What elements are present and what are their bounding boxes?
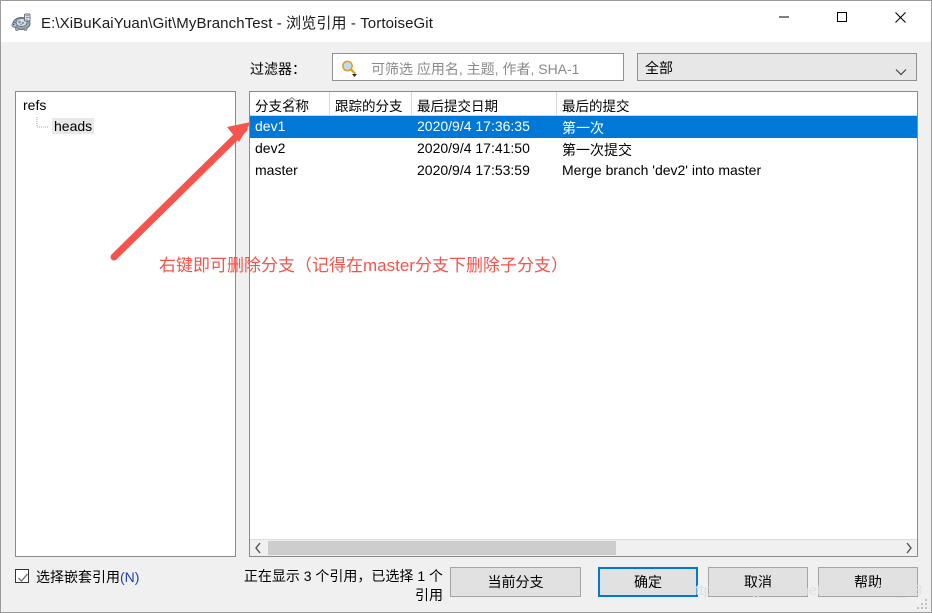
close-icon[interactable]	[877, 1, 923, 33]
chevron-down-icon	[895, 63, 907, 76]
cancel-button[interactable]: 取消	[708, 567, 808, 597]
cell-branch-name: dev1	[255, 118, 286, 134]
maximize-icon[interactable]	[819, 1, 865, 33]
filter-label: 过滤器：	[250, 61, 306, 77]
tortoisegit-browse-refs-dialog: E:\XiBuKaiYuan\Git\MyBranchTest - 浏览引用 -…	[0, 0, 932, 613]
nested-refs-label-text: 选择嵌套引用	[36, 569, 120, 585]
tree-elbow-icon	[34, 117, 50, 136]
nested-refs-checkbox[interactable]	[15, 569, 29, 583]
cell-last-commit-date: 2020/9/4 17:53:59	[417, 162, 530, 178]
minimize-icon[interactable]	[761, 1, 807, 33]
sort-ascending-caret-icon	[285, 92, 299, 103]
cell-branch-name: master	[255, 162, 298, 178]
help-button[interactable]: 帮助	[818, 567, 918, 597]
cell-last-commit: Merge branch 'dev2' into master	[562, 162, 762, 178]
scroll-right-arrow-icon[interactable]	[900, 540, 917, 556]
filter-input[interactable]: 可筛选 应用名, 主题, 作者, SHA-1	[332, 53, 624, 81]
list-column-headers: 分支名称 跟踪的分支 最后提交日期 最后的提交	[250, 92, 917, 116]
tortoisegit-turtle-icon	[10, 10, 34, 34]
resize-grip-icon[interactable]	[916, 597, 928, 609]
current-branch-button[interactable]: 当前分支	[450, 567, 581, 597]
scroll-left-arrow-icon[interactable]	[250, 540, 267, 556]
nested-refs-checkbox-label: 选择嵌套引用(N)	[36, 567, 139, 587]
horizontal-scrollbar[interactable]	[250, 539, 917, 556]
horizontal-scrollbar-thumb[interactable]	[268, 541, 616, 555]
scope-selected-value: 全部	[645, 60, 673, 76]
table-row[interactable]: dev1 2020/9/4 17:36:35 第一次	[250, 116, 917, 138]
tree-item-heads-label: heads	[52, 118, 95, 134]
scope-dropdown[interactable]: 全部	[637, 53, 917, 81]
cell-branch-name: dev2	[255, 140, 286, 156]
checkmark-icon	[17, 571, 29, 583]
cell-last-commit-date: 2020/9/4 17:36:35	[417, 118, 530, 134]
title-bar: E:\XiBuKaiYuan\Git\MyBranchTest - 浏览引用 -…	[1, 1, 931, 42]
column-header-tracked-branch[interactable]: 跟踪的分支	[330, 92, 412, 115]
cell-last-commit: 第一次	[562, 120, 604, 136]
window-title: E:\XiBuKaiYuan\Git\MyBranchTest - 浏览引用 -…	[41, 15, 433, 32]
status-text: 正在显示 3 个引用，已选择 1 个引用	[243, 568, 443, 603]
column-header-last-commit[interactable]: 最后的提交	[557, 92, 917, 115]
tree-item-refs[interactable]: refs	[23, 97, 46, 113]
nested-refs-accelerator: (N)	[120, 569, 140, 585]
table-row[interactable]: dev2 2020/9/4 17:41:50 第一次提交	[250, 138, 917, 160]
refs-tree-panel[interactable]: refs heads	[15, 91, 236, 557]
table-row[interactable]: master 2020/9/4 17:53:59 Merge branch 'd…	[250, 160, 917, 182]
cell-last-commit: 第一次提交	[562, 142, 632, 158]
filter-placeholder-text: 可筛选 应用名, 主题, 作者, SHA-1	[371, 61, 580, 77]
magnifier-icon[interactable]	[339, 58, 359, 78]
column-header-last-commit-date[interactable]: 最后提交日期	[412, 92, 557, 115]
cell-last-commit-date: 2020/9/4 17:41:50	[417, 140, 530, 156]
ok-button[interactable]: 确定	[598, 567, 698, 597]
branches-list-panel[interactable]: 分支名称 跟踪的分支 最后提交日期 最后的提交 dev1 2020/9/4 17…	[249, 91, 918, 557]
